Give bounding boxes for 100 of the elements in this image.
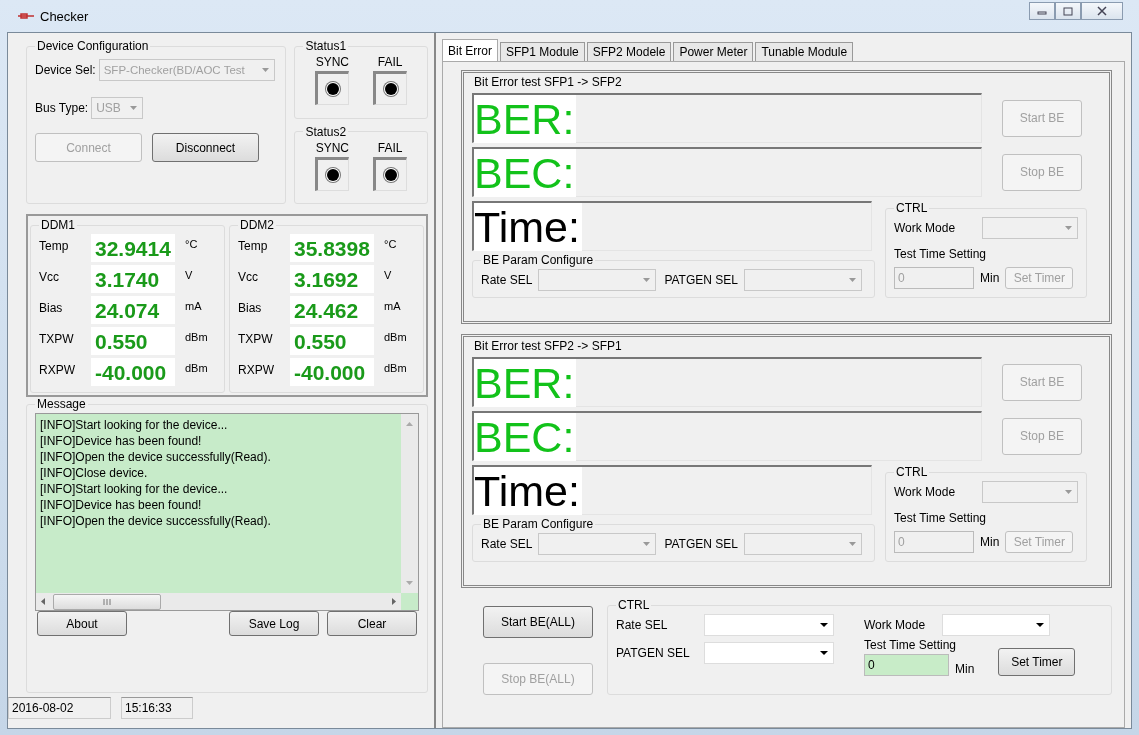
indicator-label: SYNC	[315, 140, 350, 155]
ber-display: BER:	[472, 93, 982, 143]
indicator-label: FAIL	[377, 140, 403, 155]
caret-icon	[643, 278, 651, 282]
pattern-dropdown[interactable]	[743, 269, 862, 291]
field-label: PATGEN SEL	[664, 537, 738, 551]
log-button[interactable]: Save Log	[229, 611, 319, 636]
field-label: Test Time Setting	[894, 511, 988, 525]
unit-label: mA	[184, 299, 202, 312]
reading-value: -40.000	[91, 358, 175, 386]
timer-field[interactable]: 0	[864, 654, 949, 676]
reading-label: Vcc	[39, 269, 60, 284]
connection-button[interactable]: Disconnect	[152, 133, 259, 162]
caret-icon	[820, 651, 828, 655]
field-label: Device Sel:	[35, 63, 96, 77]
indicator-label: SYNC	[315, 55, 350, 69]
reading-value: 3.1740	[91, 265, 175, 293]
field-label: Work Mode	[894, 221, 956, 235]
group-title: Bit Error test SFP1 -> SFP2	[474, 75, 623, 89]
tab[interactable]: SFP2 Modele	[586, 42, 672, 61]
up-arrow-icon[interactable]	[406, 422, 413, 426]
caret-icon	[643, 542, 651, 546]
log-button[interactable]: Clear	[327, 611, 417, 636]
set-timer-button[interactable]: Set Timer	[998, 648, 1076, 676]
log-button[interactable]: About	[37, 611, 127, 636]
ber-display: BER:	[472, 357, 982, 407]
close-button[interactable]	[1081, 2, 1123, 20]
pattern-dropdown[interactable]	[704, 642, 834, 664]
group-title: Device Configuration	[36, 39, 150, 53]
time-display: Time:	[472, 465, 872, 515]
tab[interactable]: Tunable Module	[755, 42, 854, 61]
log-line: [INFO]Close device.	[40, 465, 149, 481]
indicator-light	[373, 71, 408, 105]
log-line: [INFO]Device has been found!	[40, 497, 203, 513]
unit-label: °C	[383, 237, 397, 250]
reading-value: 24.462	[290, 296, 374, 324]
group-title: Bit Error test SFP2 -> SFP1	[474, 339, 623, 353]
field-label: PATGEN SEL	[616, 646, 691, 660]
field-label: Work Mode	[864, 618, 927, 632]
unit-label: V	[184, 268, 193, 281]
unit-label: Min	[980, 271, 1000, 285]
maximize-button[interactable]	[1055, 2, 1081, 20]
caret-icon	[1065, 226, 1072, 230]
log-line: [INFO]Open the device successfully(Read).	[40, 449, 272, 465]
unit-label: dBm	[383, 361, 407, 374]
group-title: BE Param Configure	[482, 253, 595, 267]
caret-icon	[1036, 623, 1044, 627]
reading-value: 24.074	[91, 296, 175, 324]
date-field: 2016-08-02	[8, 697, 111, 719]
left-arrow-icon[interactable]	[41, 598, 45, 605]
bec-display: BEC:	[472, 411, 982, 461]
unit-label: mA	[383, 299, 401, 312]
reading-label: Bias	[238, 300, 263, 315]
down-arrow-icon[interactable]	[406, 581, 413, 585]
right-arrow-icon[interactable]	[392, 598, 396, 605]
unit-label: dBm	[383, 330, 407, 343]
field-label: Rate SEL	[616, 618, 669, 632]
field-label: Bus Type:	[35, 101, 89, 115]
start-all-button[interactable]: Start BE(ALL)	[483, 606, 593, 638]
rate-dropdown[interactable]	[704, 614, 834, 636]
horizontal-scrollbar[interactable]	[36, 593, 401, 610]
bec-display: BEC:	[472, 147, 982, 197]
mode-dropdown[interactable]	[942, 614, 1050, 636]
unit-label: Min	[980, 535, 1000, 549]
reading-value: 35.8398	[290, 234, 374, 262]
group-title: Status1	[304, 39, 348, 53]
caret-icon	[130, 106, 138, 110]
vertical-scrollbar[interactable]	[401, 414, 418, 593]
reading-value: -40.000	[290, 358, 374, 386]
reading-label: Bias	[39, 300, 64, 315]
tab[interactable]: SFP1 Module	[500, 42, 585, 61]
reading-label: RXPW	[39, 362, 76, 377]
log-line: [INFO]Start looking for the device...	[40, 417, 229, 433]
log-line: [INFO]Device has been found!	[40, 433, 203, 449]
maximize-icon	[1063, 6, 1073, 16]
reading-value: 3.1692	[290, 265, 374, 293]
reading-label: RXPW	[238, 362, 275, 377]
caret-icon	[261, 68, 269, 72]
group-title: DDM1	[40, 218, 76, 232]
indicator-light	[315, 156, 350, 191]
tab[interactable]: Bit Error	[442, 39, 498, 61]
reading-label: TXPW	[39, 331, 75, 346]
window-title: Checker	[40, 8, 89, 24]
caret-icon	[848, 278, 856, 282]
group-title: Message	[36, 397, 87, 411]
caret-icon	[848, 542, 856, 546]
grip-icon	[103, 598, 111, 605]
caret-icon	[820, 623, 828, 627]
field-label: Work Mode	[894, 485, 956, 499]
minimize-button[interactable]	[1029, 2, 1055, 20]
group-title: Status2	[304, 124, 348, 139]
reading-value: 32.9414	[91, 234, 175, 262]
unit-label: °C	[184, 237, 198, 250]
indicator-light	[315, 71, 350, 105]
pattern-dropdown[interactable]	[743, 533, 862, 555]
unit-label: dBm	[184, 330, 208, 343]
tab[interactable]: Power Meter	[673, 42, 754, 61]
caret-icon	[1065, 490, 1072, 494]
group-title: CTRL	[895, 465, 929, 479]
reading-label: Temp	[238, 238, 269, 253]
